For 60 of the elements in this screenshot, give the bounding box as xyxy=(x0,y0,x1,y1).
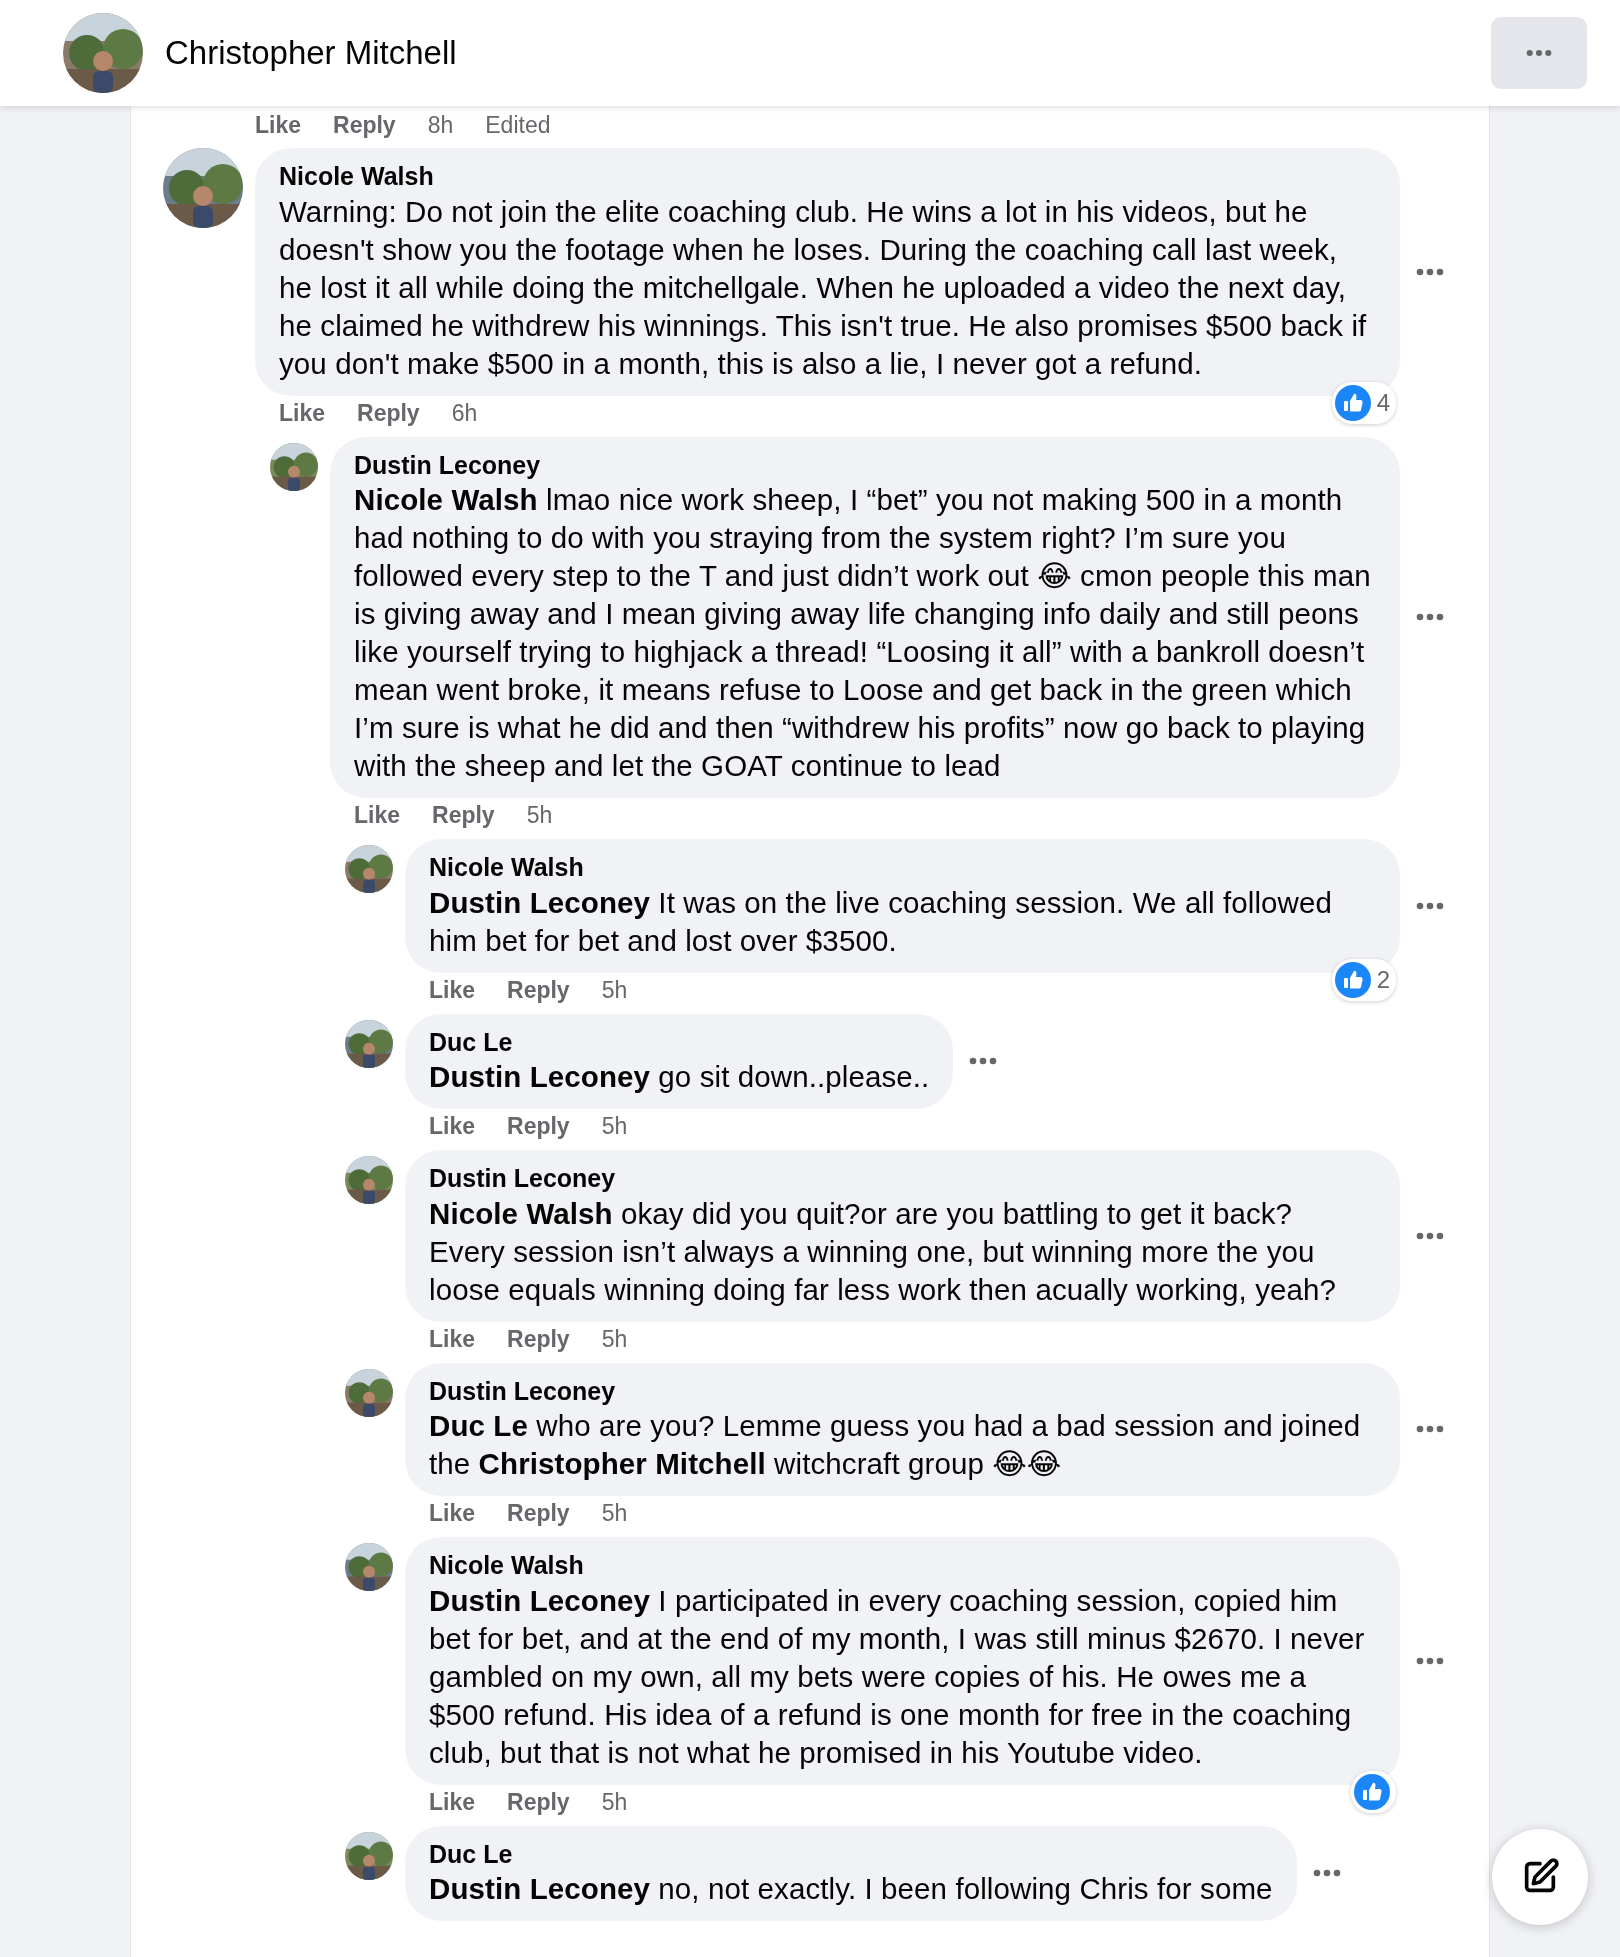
more-icon xyxy=(1416,1231,1444,1240)
like-link[interactable]: Like xyxy=(429,1786,476,1817)
thumbs-up-icon xyxy=(1334,384,1371,421)
reaction-count: 2 xyxy=(1376,964,1390,995)
reply-link[interactable]: Reply xyxy=(357,397,420,428)
timestamp: 8h xyxy=(427,111,454,140)
comment-text: Dustin Leconey I participated in every coaching session, copied him bet for bet, and at the end of my month, I was still minus $2670. I never gambled on my own, all my bets were copies of his. He owes me a $500 refund. His idea of a refund is one month for free in the coaching club, but that is not what he promised in his Youtube video. xyxy=(429,1582,1366,1771)
reaction-badge[interactable]: 2 xyxy=(1331,958,1396,1001)
reply-link[interactable]: Reply xyxy=(333,110,396,140)
like-link[interactable]: Like xyxy=(429,1111,476,1141)
reaction-badge[interactable]: 4 xyxy=(1331,381,1396,424)
timestamp: 5h xyxy=(601,1787,628,1817)
more-icon xyxy=(1416,901,1444,910)
compose-button[interactable] xyxy=(1492,1829,1588,1925)
reply-link[interactable]: Reply xyxy=(432,800,495,830)
timestamp: 5h xyxy=(601,1499,628,1528)
reply-link[interactable]: Reply xyxy=(507,1786,570,1817)
page-title: Christopher Mitchell xyxy=(165,33,458,74)
like-link[interactable]: Like xyxy=(429,974,476,1005)
like-link[interactable]: Like xyxy=(255,110,302,140)
like-link[interactable]: Like xyxy=(354,800,401,830)
comment-text: Nicole Walsh okay did you quit?or are you battling to get it back? Every session isn’t always a winning one, but winning more the you loose equals winning doing far less work then acually working, yeah? xyxy=(429,1195,1338,1308)
timestamp: 5h xyxy=(601,1112,628,1141)
comment-text: Dustin Leconey It was on the live coaching session. We all followed him bet for bet and lost over $3500. xyxy=(429,884,1334,959)
like-link[interactable]: Like xyxy=(429,1498,476,1528)
thumbs-up-icon xyxy=(1334,961,1371,998)
reply-link[interactable]: Reply xyxy=(507,974,570,1005)
more-icon xyxy=(1526,49,1552,57)
like-link[interactable]: Like xyxy=(429,1323,476,1354)
comment-text: Warning: Do not join the elite coaching club. He wins a lot in his videos, but he doesn't show you the footage when he loses. During the coaching call last week, he lost it all while doing the mitchellgale. When he uploaded a video the next day, he claimed he withdrew his winnings. This isn't true. He also promises $500 back if you don't make $500 in a month, this is also a lie, I never got a refund. xyxy=(279,193,1368,382)
reaction-count: 4 xyxy=(1376,387,1390,418)
thumbs-up-icon xyxy=(1354,1773,1390,1810)
author-name[interactable]: Dustin Leconey xyxy=(429,1374,1376,1407)
like-link[interactable]: Like xyxy=(279,397,326,428)
timestamp: 5h xyxy=(526,801,553,830)
more-icon xyxy=(1312,1869,1341,1878)
more-icon xyxy=(1416,1425,1444,1434)
reaction-badge[interactable] xyxy=(1351,1770,1396,1813)
author-name[interactable]: Nicole Walsh xyxy=(429,1549,1376,1582)
author-name[interactable]: Duc Le xyxy=(429,1837,1273,1870)
timestamp: 5h xyxy=(601,975,628,1005)
author-name[interactable]: Dustin Leconey xyxy=(354,448,1376,481)
author-name[interactable]: Nicole Walsh xyxy=(429,851,1376,884)
more-icon xyxy=(969,1057,998,1066)
more-icon xyxy=(1416,1656,1444,1665)
comment-text: Dustin Leconey no, not exactly. I been following Chris for some xyxy=(429,1871,1273,1907)
comment-text: Nicole Walsh lmao nice work sheep, I “bet” you not making 500 in a month had nothing to do with you straying from the system right? I’m sure you followed every step to the T and just didn’t work out 😂 cmon people this man is giving away and I mean giving away life changing info daily and still peons like yourself trying to highjack a thread! “Loosing it all” with a bankroll doesn’t mean went broke, it means refuse to Loose and get back in the green which I’m sure is what he did and then “withdrew his profits” now go back to playing with the sheep and let the GOAT continue to lead xyxy=(354,482,1372,784)
edited-label: Edited xyxy=(485,111,551,140)
reply-link[interactable]: Reply xyxy=(507,1323,570,1354)
more-icon xyxy=(1416,267,1444,276)
comment-text: Duc Le who are you? Lemme guess you had a bad session and joined the Christopher Mitchell witchcraft group 😂😂 xyxy=(429,1408,1362,1482)
reply-link[interactable]: Reply xyxy=(507,1111,570,1141)
author-name[interactable]: Dustin Leconey xyxy=(429,1162,1376,1195)
more-icon xyxy=(1416,613,1444,622)
author-name[interactable]: Nicole Walsh xyxy=(279,160,1376,193)
reply-link[interactable]: Reply xyxy=(507,1498,570,1528)
comment-text: Dustin Leconey go sit down..please.. xyxy=(429,1059,930,1095)
author-name[interactable]: Duc Le xyxy=(429,1025,930,1058)
timestamp: 6h xyxy=(451,398,478,428)
timestamp: 5h xyxy=(601,1324,628,1354)
